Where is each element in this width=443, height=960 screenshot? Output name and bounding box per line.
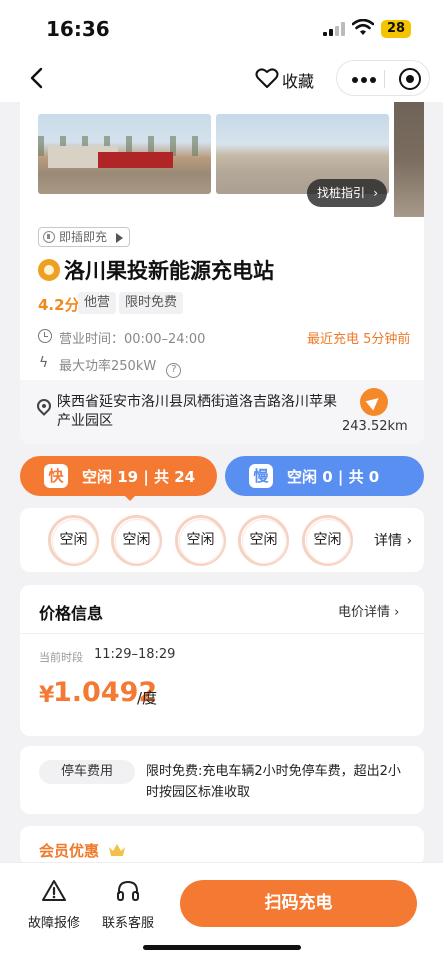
- station-card: 找桩指引 › 即插即充 洛川果投新能源充电站 4.2分 他营 限时免费 营业时间…: [20, 102, 424, 444]
- divider: [20, 633, 424, 634]
- station-name: 洛川果投新能源充电站: [64, 259, 274, 283]
- customer-service-label: 联系客服: [101, 916, 154, 931]
- member-title: 会员优惠: [39, 842, 100, 860]
- station-photo[interactable]: [38, 114, 211, 194]
- price-title: 价格信息: [39, 604, 104, 623]
- nav-bar: 收藏: [0, 56, 443, 102]
- connector-status[interactable]: 空闲: [238, 515, 289, 566]
- address-block[interactable]: 陕西省延安市洛川县凤栖街道洛吉路洛川苹果产业园区 243.52km: [20, 380, 424, 444]
- connector-status[interactable]: 空闲: [302, 515, 353, 566]
- back-arrow-icon[interactable]: [26, 66, 48, 90]
- status-time: 16:36: [46, 17, 110, 41]
- play-icon: [116, 233, 124, 243]
- mini-program-capsule: [336, 60, 430, 96]
- headset-icon: [117, 880, 139, 901]
- recent-charge: 最近充电 5分钟前: [307, 332, 411, 347]
- favorite-label[interactable]: 收藏: [282, 68, 314, 92]
- customer-service-button[interactable]: 联系客服: [96, 877, 160, 937]
- slow-charger-tab[interactable]: 慢 空闲 0 | 共 0: [225, 456, 424, 496]
- connectors-card: 空闲 空闲 空闲 空闲 空闲 详情 ›: [20, 508, 424, 572]
- price-details-link[interactable]: 电价详情 ›: [338, 601, 399, 620]
- connector-status[interactable]: 空闲: [48, 515, 99, 566]
- max-power: 最大功率250kW: [59, 359, 157, 374]
- capsule-divider: [384, 70, 385, 88]
- business-hours: 营业时间：00:00–24:00: [59, 332, 206, 347]
- status-bar: 16:36 28: [0, 0, 443, 56]
- plug-and-charge-tag[interactable]: 即插即充: [38, 227, 131, 247]
- connector-status[interactable]: 空闲: [175, 515, 226, 566]
- chevron-right-icon: ›: [406, 533, 413, 549]
- station-logo-icon: [38, 259, 60, 281]
- find-pile-guide-button[interactable]: 找桩指引 ›: [307, 179, 387, 207]
- scan-to-charge-button[interactable]: 扫码充电: [180, 880, 417, 927]
- member-card[interactable]: 会员优惠: [20, 826, 424, 866]
- clock-icon: [38, 329, 52, 343]
- plug-icon: [43, 231, 55, 243]
- heart-icon[interactable]: [255, 67, 279, 89]
- chevron-right-icon: ›: [394, 605, 400, 620]
- plug-tag-label: 即插即充: [59, 230, 108, 244]
- distance: 243.52km: [342, 419, 408, 434]
- location-pin-icon: [34, 396, 54, 416]
- price-card: 价格信息 电价详情 › 当前时段 11:29–18:29 ¥ 1.0492 /度: [20, 585, 424, 736]
- home-indicator: [143, 945, 301, 950]
- bottom-action-bar: 故障报修 联系客服 扫码充电: [0, 862, 443, 960]
- red-banner-decoration: [98, 152, 173, 168]
- help-icon[interactable]: ?: [166, 363, 182, 378]
- free-tag: 限时免费: [119, 292, 184, 314]
- close-mini-program-icon[interactable]: [399, 68, 421, 90]
- fast-badge: 快: [44, 464, 68, 488]
- station-rating: 4.2分: [38, 296, 80, 314]
- business-hours-row: 营业时间：00:00–24:00: [38, 328, 205, 347]
- warning-icon: [42, 880, 66, 901]
- slow-badge: 慢: [249, 464, 273, 488]
- fault-report-button[interactable]: 故障报修: [22, 877, 86, 937]
- cellular-signal-icon: [323, 22, 345, 36]
- station-address: 陕西省延安市洛川县凤栖街道洛吉路洛川苹果产业园区: [57, 394, 337, 429]
- parking-fee-label: 停车费用: [39, 760, 135, 784]
- max-power-row: ϟ 最大功率250kW ?: [38, 355, 182, 378]
- slow-charger-status: 空闲 0 | 共 0: [287, 468, 380, 486]
- connector-details-link[interactable]: 详情 ›: [374, 530, 412, 550]
- period-label: 当前时段: [39, 651, 83, 664]
- station-photo[interactable]: [394, 102, 424, 217]
- find-pile-label: 找桩指引: [317, 186, 366, 200]
- chevron-right-icon: ›: [373, 186, 378, 200]
- price-unit: /度: [137, 689, 158, 707]
- price-details-label: 电价详情: [338, 605, 391, 620]
- fault-report-label: 故障报修: [27, 916, 80, 931]
- more-icon[interactable]: [352, 77, 376, 83]
- parking-card: 停车费用 限时免费:充电车辆2小时免停车费，超出2小时按园区标准收取: [20, 746, 424, 814]
- lightning-icon: ϟ: [39, 355, 49, 371]
- operator-tag: 他营: [78, 292, 117, 314]
- wifi-icon: [352, 19, 374, 35]
- details-label: 详情: [374, 533, 402, 549]
- battery-indicator: 28: [381, 20, 411, 38]
- fast-charger-status: 空闲 19 | 共 24: [82, 468, 196, 486]
- crown-icon: [109, 844, 125, 856]
- navigate-icon[interactable]: [360, 388, 388, 416]
- parking-fee-text: 限时免费:充电车辆2小时免停车费，超出2小时按园区标准收取: [146, 764, 401, 800]
- fast-charger-tab[interactable]: 快 空闲 19 | 共 24: [20, 456, 217, 501]
- connector-status[interactable]: 空闲: [111, 515, 162, 566]
- period-value: 11:29–18:29: [94, 647, 176, 662]
